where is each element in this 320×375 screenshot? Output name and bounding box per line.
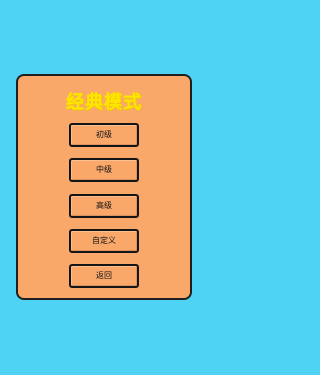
- custom-button-label: 自定义: [92, 236, 116, 245]
- beginner-button[interactable]: 初级: [69, 123, 139, 147]
- intermediate-button-label: 中级: [96, 165, 112, 174]
- mode-panel: 经典模式 初级 中级 高级 自定义 返回: [16, 74, 192, 300]
- advanced-button-label: 高级: [96, 201, 112, 210]
- intermediate-button[interactable]: 中级: [69, 158, 139, 182]
- back-button-label: 返回: [96, 271, 112, 280]
- advanced-button[interactable]: 高级: [69, 194, 139, 218]
- beginner-button-label: 初级: [96, 130, 112, 139]
- mode-menu: 初级 中级 高级 自定义 返回: [18, 76, 190, 298]
- custom-button[interactable]: 自定义: [69, 229, 139, 253]
- back-button[interactable]: 返回: [69, 264, 139, 288]
